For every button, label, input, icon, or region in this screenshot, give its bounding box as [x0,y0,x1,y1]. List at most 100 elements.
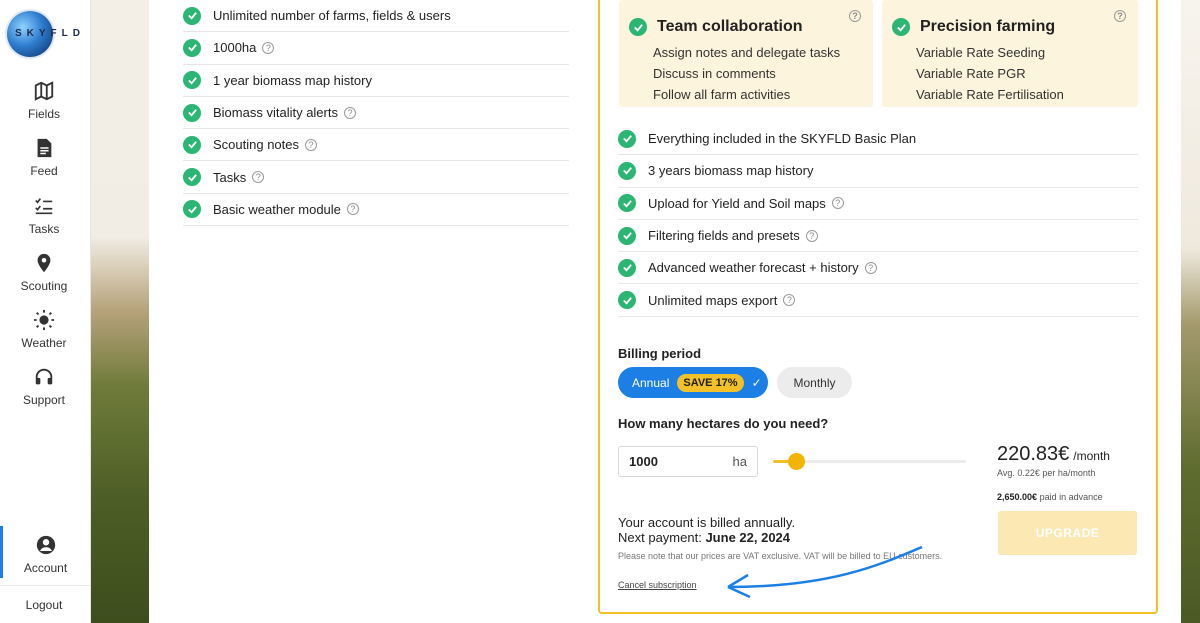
list-item: Filtering fields and presets ? [618,220,1138,253]
pin-icon [37,253,51,273]
list-item: 1 year biomass map history [183,65,569,97]
help-icon[interactable]: ? [831,197,844,210]
check-icon [618,258,636,277]
help-icon[interactable]: ? [305,138,318,151]
sidebar-item-label: Scouting [20,279,68,293]
addon-title: Team collaboration [657,18,803,35]
check-icon [183,168,201,187]
help-icon[interactable]: ? [343,106,356,119]
advance-amount: 2,650.00€ [997,492,1038,502]
help-icon[interactable]: ? [1114,10,1126,22]
checkmark-icon: ✓ [751,375,762,390]
feature-label: Everything included in the SKYFLD Basic … [648,131,917,147]
list-item: 3 years biomass map history [618,155,1138,188]
feature-label: Biomass vitality alerts [213,105,338,121]
user-icon [36,535,55,555]
billing-period-title: Billing period [618,346,702,361]
list-item: Unlimited number of farms, fields & user… [183,0,569,33]
upgrade-button[interactable]: UPGRADE [998,511,1137,555]
logo-text: SKYFLD [15,28,85,39]
feature-label: 1 year biomass map history [213,72,372,88]
logout-link[interactable]: Logout [0,598,88,612]
sidebar-item-tasks[interactable]: Tasks [0,195,88,238]
list-item: Biomass vitality alerts ? [183,97,569,130]
check-icon [618,129,636,148]
sidebar-item-support[interactable]: Support [0,366,88,409]
feature-label: Filtering fields and presets [648,228,800,244]
sidebar: SKYFLD Fields Feed Tasks Scouting Weathe… [0,0,91,623]
checklist-icon [35,198,53,215]
basic-feature-list: Unlimited number of farms, fields & user… [183,0,569,227]
hectares-input[interactable]: 1000 ha [618,446,758,477]
list-item: Scouting notes ? [183,129,569,162]
next-payment-date: June 22, 2024 [705,530,791,545]
skyfld-logo[interactable]: SKYFLD [7,11,89,57]
hectares-value: 1000 [629,454,658,469]
list-item: Tasks ? [183,161,569,194]
divider [0,585,91,586]
sun-icon [33,309,55,331]
list-item: Unlimited maps export ? [618,284,1138,317]
check-icon [618,291,636,310]
check-icon [618,226,636,245]
help-icon[interactable]: ? [346,203,359,216]
feature-label: Scouting notes [213,137,300,153]
feature-label: Basic weather module [213,201,341,217]
save-badge: SAVE 17% [677,373,744,392]
advance-payment: 2,650.00€ paid in advance [997,492,1103,502]
addon-title: Precision farming [920,18,1056,35]
sidebar-item-fields[interactable]: Fields [0,80,88,123]
sidebar-item-label: Feed [30,164,58,178]
sidebar-item-scouting[interactable]: Scouting [0,252,88,295]
background-photo-edge [1181,0,1200,623]
list-item: Everything included in the SKYFLD Basic … [618,123,1138,156]
feature-label: Advanced weather forecast + history [648,260,859,276]
feature-label: Tasks [213,169,247,185]
sidebar-item-label: Weather [21,336,67,350]
check-icon [183,200,201,219]
list-item: Upload for Yield and Soil maps ? [618,188,1138,220]
map-icon [34,81,54,101]
headset-icon [35,368,53,385]
feature-label: Unlimited number of farms, fields & user… [213,8,451,24]
annual-label: Annual [632,375,670,390]
price-display: 220.83€ /month [997,443,1110,466]
sidebar-item-label: Tasks [28,222,60,236]
feature-label: 1000ha [213,40,257,56]
addon-item: Variable Rate Fertilisation [916,87,1064,102]
monthly-toggle[interactable]: Monthly [777,367,852,398]
list-item: 1000ha ? [183,32,569,65]
help-icon[interactable]: ? [252,171,265,184]
hectares-slider[interactable] [773,453,966,470]
check-icon [183,71,201,90]
plan-feature-list: Everything included in the SKYFLD Basic … [618,123,1138,317]
sidebar-item-account[interactable]: Account [0,526,88,578]
list-item: Advanced weather forecast + history ? [618,252,1138,285]
help-icon[interactable]: ? [805,229,818,242]
annual-toggle[interactable]: Annual SAVE 17% ✓ [618,367,768,398]
help-icon[interactable]: ? [864,261,877,274]
list-item: Basic weather module ? [183,194,569,227]
check-icon [183,103,201,122]
next-payment-label: Next payment: [618,530,702,545]
hectares-unit: ha [732,454,747,469]
next-payment: Next payment: June 22, 2024 [618,530,790,545]
sidebar-item-weather[interactable]: Weather [0,309,88,352]
check-icon [629,18,647,36]
feature-label: Upload for Yield and Soil maps [648,195,826,211]
feature-label: 3 years biomass map history [648,163,814,179]
feature-label: Unlimited maps export [648,292,778,308]
sidebar-item-feed[interactable]: Feed [0,137,88,180]
help-icon[interactable]: ? [262,41,275,54]
addon-item: Assign notes and delegate tasks [653,45,841,60]
cancel-subscription-link[interactable]: Cancel subscription [618,580,697,590]
check-icon [183,38,201,57]
help-icon[interactable]: ? [783,294,796,307]
price-period: /month [1073,449,1110,463]
annotation-arrow [727,545,923,599]
price-per-ha: Avg. 0.22€ per ha/month [997,468,1096,478]
help-icon[interactable]: ? [849,10,861,22]
sidebar-item-label: Fields [27,107,60,121]
addon-item: Variable Rate PGR [916,66,1026,81]
document-icon [37,138,52,158]
